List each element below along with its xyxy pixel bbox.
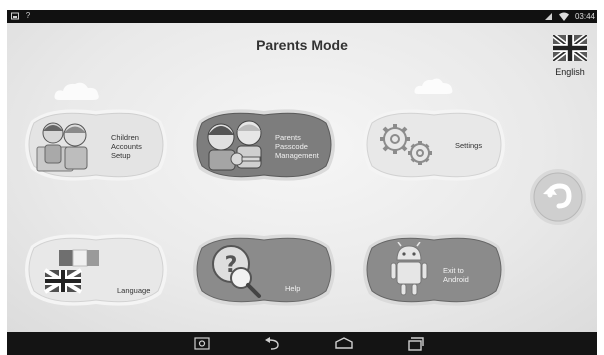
parents-mode-screen: Parents Mode English Children Accounts S… <box>7 23 597 332</box>
question-icon: ? <box>25 11 31 20</box>
home-icon[interactable] <box>333 336 355 351</box>
status-bar-right: 03:44 <box>544 12 595 21</box>
status-bar: ? 03:44 <box>7 10 597 23</box>
flags-icon <box>43 249 99 294</box>
children-icon <box>36 122 88 172</box>
tile-label: Language <box>117 286 151 295</box>
settings-button[interactable]: Settings <box>359 103 509 187</box>
children-accounts-setup-button[interactable]: Children Accounts Setup <box>21 103 171 187</box>
signal-icon <box>544 13 552 20</box>
back-arrow-icon <box>530 169 586 225</box>
help-button[interactable]: ? Help <box>189 228 339 312</box>
screenshot-icon[interactable] <box>191 336 213 351</box>
tile-label: Help <box>285 284 301 293</box>
android-robot-icon <box>390 242 428 296</box>
tile-background <box>363 234 505 306</box>
image-icon <box>11 12 19 20</box>
tile-label: Parents Passcode Management <box>275 133 319 160</box>
recents-icon[interactable] <box>403 336 425 351</box>
status-bar-left: ? <box>11 12 32 20</box>
parents-key-icon <box>207 120 262 171</box>
parents-passcode-management-button[interactable]: Parents Passcode Management <box>189 103 339 187</box>
exit-to-android-button[interactable]: Exit to Android <box>359 228 509 312</box>
cloud-decoration <box>414 78 453 94</box>
wifi-icon <box>558 12 569 21</box>
tablet-device: ? 03:44 Parents Mode English Children Ac… <box>7 10 597 355</box>
back-button[interactable] <box>528 167 588 227</box>
uk-flag-icon[interactable] <box>553 35 587 61</box>
status-time: 03:44 <box>574 12 595 21</box>
tile-label: Settings <box>455 141 483 150</box>
help-magnifier-icon: ? <box>212 245 261 298</box>
tile-label: Exit to Android <box>443 266 469 284</box>
tile-label: Children Accounts Setup <box>111 133 142 160</box>
gears-icon <box>380 124 432 165</box>
page-title: Parents Mode <box>256 37 348 53</box>
cloud-decoration <box>54 82 99 100</box>
language-button[interactable]: Language <box>21 228 171 312</box>
back-icon[interactable] <box>261 336 283 351</box>
current-language-label[interactable]: English <box>548 67 592 77</box>
navigation-bar <box>7 332 597 355</box>
